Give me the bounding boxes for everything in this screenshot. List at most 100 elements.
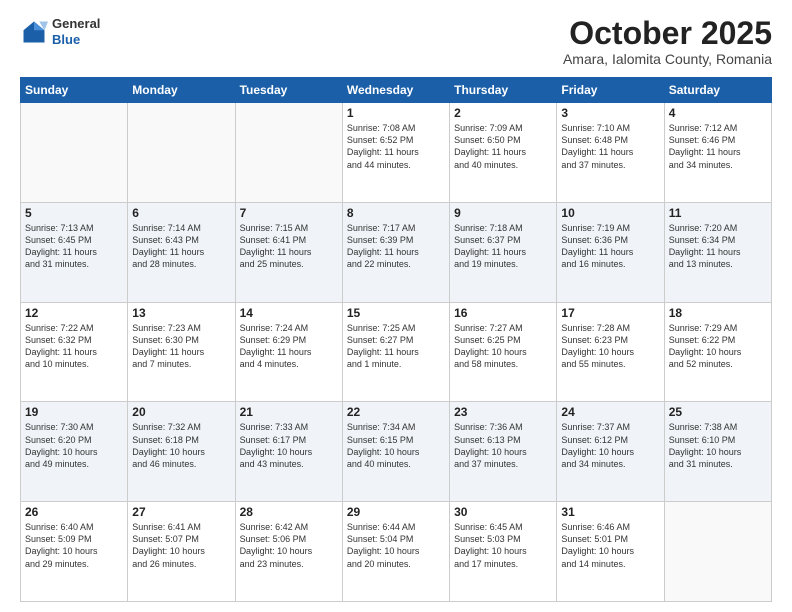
day-number: 10 <box>561 206 659 220</box>
calendar-cell: 19 Sunrise: 7:30 AM Sunset: 6:20 PM Dayli… <box>21 402 128 502</box>
day-info: Sunrise: 6:44 AM Sunset: 5:04 PM Dayligh… <box>347 521 445 570</box>
calendar-cell: 29 Sunrise: 6:44 AM Sunset: 5:04 PM Dayli… <box>342 502 449 602</box>
day-number: 31 <box>561 505 659 519</box>
calendar-row-4: 26 Sunrise: 6:40 AM Sunset: 5:09 PM Dayli… <box>21 502 772 602</box>
day-info: Sunrise: 7:15 AM Sunset: 6:41 PM Dayligh… <box>240 222 338 271</box>
day-info: Sunrise: 6:40 AM Sunset: 5:09 PM Dayligh… <box>25 521 123 570</box>
calendar-row-0: 1Sunrise: 7:08 AM Sunset: 6:52 PM Daylig… <box>21 103 772 203</box>
day-info: Sunrise: 7:27 AM Sunset: 6:25 PM Dayligh… <box>454 322 552 371</box>
calendar-cell: 22 Sunrise: 7:34 AM Sunset: 6:15 PM Dayli… <box>342 402 449 502</box>
calendar-cell: 21 Sunrise: 7:33 AM Sunset: 6:17 PM Dayli… <box>235 402 342 502</box>
calendar-cell: 25Sunrise: 7:38 AM Sunset: 6:10 PM Dayli… <box>664 402 771 502</box>
weekday-header-monday: Monday <box>128 78 235 103</box>
day-number: 21 <box>240 405 338 419</box>
day-number: 17 <box>561 306 659 320</box>
logo-text: General Blue <box>52 16 100 47</box>
day-number: 16 <box>454 306 552 320</box>
calendar-row-3: 19 Sunrise: 7:30 AM Sunset: 6:20 PM Dayli… <box>21 402 772 502</box>
day-number: 20 <box>132 405 230 419</box>
day-info: Sunrise: 7:12 AM Sunset: 6:46 PM Dayligh… <box>669 122 767 171</box>
calendar-row-1: 5Sunrise: 7:13 AM Sunset: 6:45 PM Daylig… <box>21 202 772 302</box>
weekday-header-thursday: Thursday <box>450 78 557 103</box>
calendar-cell: 24 Sunrise: 7:37 AM Sunset: 6:12 PM Dayli… <box>557 402 664 502</box>
weekday-header-row: SundayMondayTuesdayWednesdayThursdayFrid… <box>21 78 772 103</box>
weekday-header-sunday: Sunday <box>21 78 128 103</box>
day-info: Sunrise: 7:30 AM Sunset: 6:20 PM Dayligh… <box>25 421 123 470</box>
day-number: 19 <box>25 405 123 419</box>
calendar-cell: 16 Sunrise: 7:27 AM Sunset: 6:25 PM Dayli… <box>450 302 557 402</box>
weekday-header-saturday: Saturday <box>664 78 771 103</box>
day-number: 2 <box>454 106 552 120</box>
day-info: Sunrise: 7:28 AM Sunset: 6:23 PM Dayligh… <box>561 322 659 371</box>
day-info: Sunrise: 7:33 AM Sunset: 6:17 PM Dayligh… <box>240 421 338 470</box>
calendar-cell: 20 Sunrise: 7:32 AM Sunset: 6:18 PM Dayli… <box>128 402 235 502</box>
day-number: 8 <box>347 206 445 220</box>
logo-icon <box>20 18 48 46</box>
day-info: Sunrise: 7:25 AM Sunset: 6:27 PM Dayligh… <box>347 322 445 371</box>
day-number: 24 <box>561 405 659 419</box>
calendar-cell: 2 Sunrise: 7:09 AM Sunset: 6:50 PM Daylig… <box>450 103 557 203</box>
logo: General Blue <box>20 16 100 47</box>
day-number: 4 <box>669 106 767 120</box>
calendar-table: SundayMondayTuesdayWednesdayThursdayFrid… <box>20 77 772 602</box>
header: General Blue October 2025 Amara, Ialomit… <box>20 16 772 67</box>
calendar-cell: 23 Sunrise: 7:36 AM Sunset: 6:13 PM Dayli… <box>450 402 557 502</box>
calendar-cell: 8 Sunrise: 7:17 AM Sunset: 6:39 PM Daylig… <box>342 202 449 302</box>
calendar-cell: 7 Sunrise: 7:15 AM Sunset: 6:41 PM Daylig… <box>235 202 342 302</box>
day-number: 15 <box>347 306 445 320</box>
day-number: 28 <box>240 505 338 519</box>
day-info: Sunrise: 7:18 AM Sunset: 6:37 PM Dayligh… <box>454 222 552 271</box>
day-info: Sunrise: 7:17 AM Sunset: 6:39 PM Dayligh… <box>347 222 445 271</box>
calendar-cell: 30Sunrise: 6:45 AM Sunset: 5:03 PM Dayli… <box>450 502 557 602</box>
location-subtitle: Amara, Ialomita County, Romania <box>563 51 772 67</box>
day-info: Sunrise: 7:24 AM Sunset: 6:29 PM Dayligh… <box>240 322 338 371</box>
day-info: Sunrise: 7:36 AM Sunset: 6:13 PM Dayligh… <box>454 421 552 470</box>
day-info: Sunrise: 7:08 AM Sunset: 6:52 PM Dayligh… <box>347 122 445 171</box>
day-info: Sunrise: 7:38 AM Sunset: 6:10 PM Dayligh… <box>669 421 767 470</box>
day-number: 27 <box>132 505 230 519</box>
calendar-cell: 3Sunrise: 7:10 AM Sunset: 6:48 PM Daylig… <box>557 103 664 203</box>
day-info: Sunrise: 7:23 AM Sunset: 6:30 PM Dayligh… <box>132 322 230 371</box>
calendar-cell: 28 Sunrise: 6:42 AM Sunset: 5:06 PM Dayli… <box>235 502 342 602</box>
calendar-cell: 5Sunrise: 7:13 AM Sunset: 6:45 PM Daylig… <box>21 202 128 302</box>
day-number: 9 <box>454 206 552 220</box>
calendar-cell <box>128 103 235 203</box>
calendar-cell: 4 Sunrise: 7:12 AM Sunset: 6:46 PM Daylig… <box>664 103 771 203</box>
title-block: October 2025 Amara, Ialomita County, Rom… <box>563 16 772 67</box>
day-info: Sunrise: 7:14 AM Sunset: 6:43 PM Dayligh… <box>132 222 230 271</box>
day-number: 26 <box>25 505 123 519</box>
day-info: Sunrise: 7:20 AM Sunset: 6:34 PM Dayligh… <box>669 222 767 271</box>
day-info: Sunrise: 6:42 AM Sunset: 5:06 PM Dayligh… <box>240 521 338 570</box>
day-number: 29 <box>347 505 445 519</box>
calendar-cell <box>235 103 342 203</box>
calendar-row-2: 12Sunrise: 7:22 AM Sunset: 6:32 PM Dayli… <box>21 302 772 402</box>
calendar-cell <box>21 103 128 203</box>
day-info: Sunrise: 6:41 AM Sunset: 5:07 PM Dayligh… <box>132 521 230 570</box>
day-number: 22 <box>347 405 445 419</box>
day-info: Sunrise: 7:32 AM Sunset: 6:18 PM Dayligh… <box>132 421 230 470</box>
day-info: Sunrise: 7:09 AM Sunset: 6:50 PM Dayligh… <box>454 122 552 171</box>
calendar-cell <box>664 502 771 602</box>
day-number: 7 <box>240 206 338 220</box>
calendar-cell: 1Sunrise: 7:08 AM Sunset: 6:52 PM Daylig… <box>342 103 449 203</box>
day-number: 23 <box>454 405 552 419</box>
calendar-cell: 14Sunrise: 7:24 AM Sunset: 6:29 PM Dayli… <box>235 302 342 402</box>
day-info: Sunrise: 6:45 AM Sunset: 5:03 PM Dayligh… <box>454 521 552 570</box>
day-number: 11 <box>669 206 767 220</box>
weekday-header-friday: Friday <box>557 78 664 103</box>
day-info: Sunrise: 6:46 AM Sunset: 5:01 PM Dayligh… <box>561 521 659 570</box>
day-number: 18 <box>669 306 767 320</box>
calendar-cell: 10 Sunrise: 7:19 AM Sunset: 6:36 PM Dayli… <box>557 202 664 302</box>
day-info: Sunrise: 7:19 AM Sunset: 6:36 PM Dayligh… <box>561 222 659 271</box>
day-info: Sunrise: 7:29 AM Sunset: 6:22 PM Dayligh… <box>669 322 767 371</box>
page: General Blue October 2025 Amara, Ialomit… <box>0 0 792 612</box>
calendar-cell: 15 Sunrise: 7:25 AM Sunset: 6:27 PM Dayli… <box>342 302 449 402</box>
day-number: 6 <box>132 206 230 220</box>
day-info: Sunrise: 7:34 AM Sunset: 6:15 PM Dayligh… <box>347 421 445 470</box>
weekday-header-wednesday: Wednesday <box>342 78 449 103</box>
day-info: Sunrise: 7:37 AM Sunset: 6:12 PM Dayligh… <box>561 421 659 470</box>
day-number: 13 <box>132 306 230 320</box>
day-number: 12 <box>25 306 123 320</box>
day-info: Sunrise: 7:13 AM Sunset: 6:45 PM Dayligh… <box>25 222 123 271</box>
calendar-cell: 18 Sunrise: 7:29 AM Sunset: 6:22 PM Dayli… <box>664 302 771 402</box>
